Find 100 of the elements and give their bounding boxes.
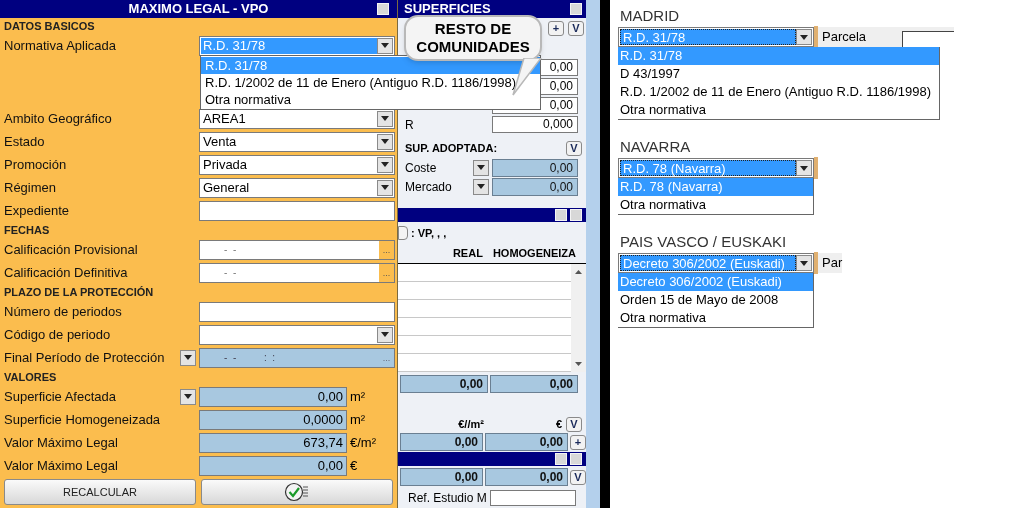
value-field[interactable]: 0,00 [199, 455, 347, 476]
date-field[interactable]: - - : : ... [199, 347, 395, 368]
column-header: € [554, 416, 563, 432]
checkbox[interactable] [570, 209, 582, 221]
caret-icon [477, 184, 485, 189]
dropdown-option[interactable]: D 43/1997 [618, 65, 939, 83]
dropdown-option[interactable]: R.D. 1/2002 de 11 de Enero (Antiguo R.D. 1186/1998) [201, 74, 540, 91]
field-label: Calificación Definitiva [4, 263, 129, 282]
option-button[interactable] [398, 226, 408, 240]
checkbox[interactable] [570, 453, 582, 465]
input-field[interactable] [199, 301, 395, 322]
dropdown-button[interactable] [473, 159, 489, 176]
value-field[interactable]: 0,00 [199, 386, 347, 407]
caret-icon [381, 43, 389, 48]
field-label: Ref. Estudio M [408, 490, 487, 507]
input-field[interactable]: 0,000 [492, 116, 578, 133]
input-field[interactable] [199, 200, 395, 221]
dropdown-button[interactable] [796, 255, 812, 271]
field-label: Régimen [4, 178, 58, 197]
value-field[interactable]: 0,00 [492, 177, 578, 196]
dropdown-button[interactable] [377, 110, 393, 127]
dropdown-option[interactable]: R.D. 1/2002 de 11 de Enero (Antiguo R.D. 1186/1998) [618, 83, 939, 101]
dropdown-button[interactable] [796, 160, 812, 176]
dropdown-option[interactable]: Otra normativa [618, 309, 813, 327]
scroll-up-icon[interactable] [575, 270, 582, 274]
dropdown-button[interactable] [377, 133, 393, 150]
select-value: Venta [202, 133, 238, 150]
field-label: Código de periodo [4, 325, 112, 344]
dropdown-button[interactable] [180, 349, 196, 366]
select-field[interactable] [199, 324, 395, 345]
input-field[interactable] [902, 31, 955, 47]
checkbox[interactable] [377, 3, 389, 15]
region-heading: MADRID [619, 6, 681, 26]
caret-icon [184, 394, 192, 399]
dropdown-option[interactable]: Otra normativa [618, 101, 939, 119]
caret-icon [184, 355, 192, 360]
scroll-down-icon[interactable] [575, 362, 582, 366]
select-field[interactable]: AREA1 [199, 108, 395, 129]
recalculate-button[interactable]: RECALCULAR [4, 479, 196, 505]
value-field[interactable]: 0,00 [485, 433, 568, 451]
field-label: Superficie Afectada [4, 387, 118, 406]
scrollbar[interactable] [586, 0, 600, 508]
checkbox[interactable] [555, 453, 567, 465]
dropdown-option[interactable]: Orden 15 de Mayo de 2008 [618, 291, 813, 309]
value-field[interactable]: 0,00 [490, 375, 578, 393]
checkbox[interactable] [570, 3, 582, 15]
select-value: R.D. 78 (Navarra) [620, 160, 796, 176]
unit-label: m² [349, 387, 367, 406]
field-label: Final Período de Protección [4, 348, 166, 367]
confirm-button[interactable] [201, 479, 393, 505]
dropdown-button[interactable] [796, 29, 812, 45]
small-button[interactable]: V [566, 141, 582, 156]
caret-icon [381, 116, 389, 121]
picker-button[interactable]: ... [379, 240, 394, 259]
select-field[interactable]: Venta [199, 131, 395, 152]
scrollbar[interactable] [571, 264, 586, 372]
small-button[interactable]: V [568, 20, 584, 36]
date-field[interactable]: - - ... [199, 239, 395, 260]
caret-icon [800, 34, 808, 40]
input-field[interactable] [489, 490, 576, 506]
dropdown-button[interactable] [473, 178, 489, 195]
dropdown-option[interactable]: Otra normativa [618, 196, 813, 214]
field-label: Superficie Homogeneizada [4, 410, 162, 429]
section-heading: VALORES [4, 369, 57, 385]
option-label: : VP, , , [411, 225, 447, 241]
field-label: Calificación Provisional [4, 240, 139, 259]
select-value: AREA1 [202, 110, 247, 127]
small-button[interactable]: V [566, 417, 582, 432]
caret-icon [381, 185, 389, 190]
picker-button[interactable]: ... [379, 263, 394, 282]
field-label: Parcela [822, 28, 867, 47]
checkbox[interactable] [555, 209, 567, 221]
dropdown-button[interactable] [377, 179, 393, 196]
value-field[interactable]: 673,74 [199, 432, 347, 453]
select-field[interactable]: General [199, 177, 395, 198]
field-label: Valor Máximo Legal [4, 433, 119, 452]
value-field[interactable]: 0,00 [400, 433, 483, 451]
dropdown-button[interactable] [377, 326, 393, 343]
caret-icon [477, 165, 485, 170]
dropdown-button[interactable] [180, 388, 196, 405]
dropdown-button[interactable] [377, 156, 393, 173]
value-field[interactable]: 0,00 [400, 468, 483, 486]
dropdown-option[interactable]: Otra normativa [201, 91, 540, 108]
value-field[interactable]: 0,0000 [199, 409, 347, 430]
value-field[interactable]: 0,00 [492, 158, 578, 177]
small-button[interactable]: V [570, 469, 586, 485]
unit-label: €/m² [349, 433, 377, 452]
date-field[interactable]: - - ... [199, 262, 395, 283]
select-field[interactable]: Privada [199, 154, 395, 175]
dropdown-button[interactable] [377, 37, 393, 54]
small-button[interactable]: + [548, 20, 564, 36]
field-label: Estado [4, 132, 46, 151]
field-label: Mercado [405, 178, 453, 196]
small-button[interactable]: + [570, 434, 586, 450]
value-field[interactable]: 0,00 [485, 468, 568, 486]
field-label: Coste [405, 159, 438, 177]
value-field[interactable]: 0,00 [400, 375, 488, 393]
section-heading: DATOS BASICOS [4, 18, 95, 34]
region-heading: PAIS VASCO / EUSKAKI [619, 232, 788, 252]
check-icon [284, 482, 310, 502]
